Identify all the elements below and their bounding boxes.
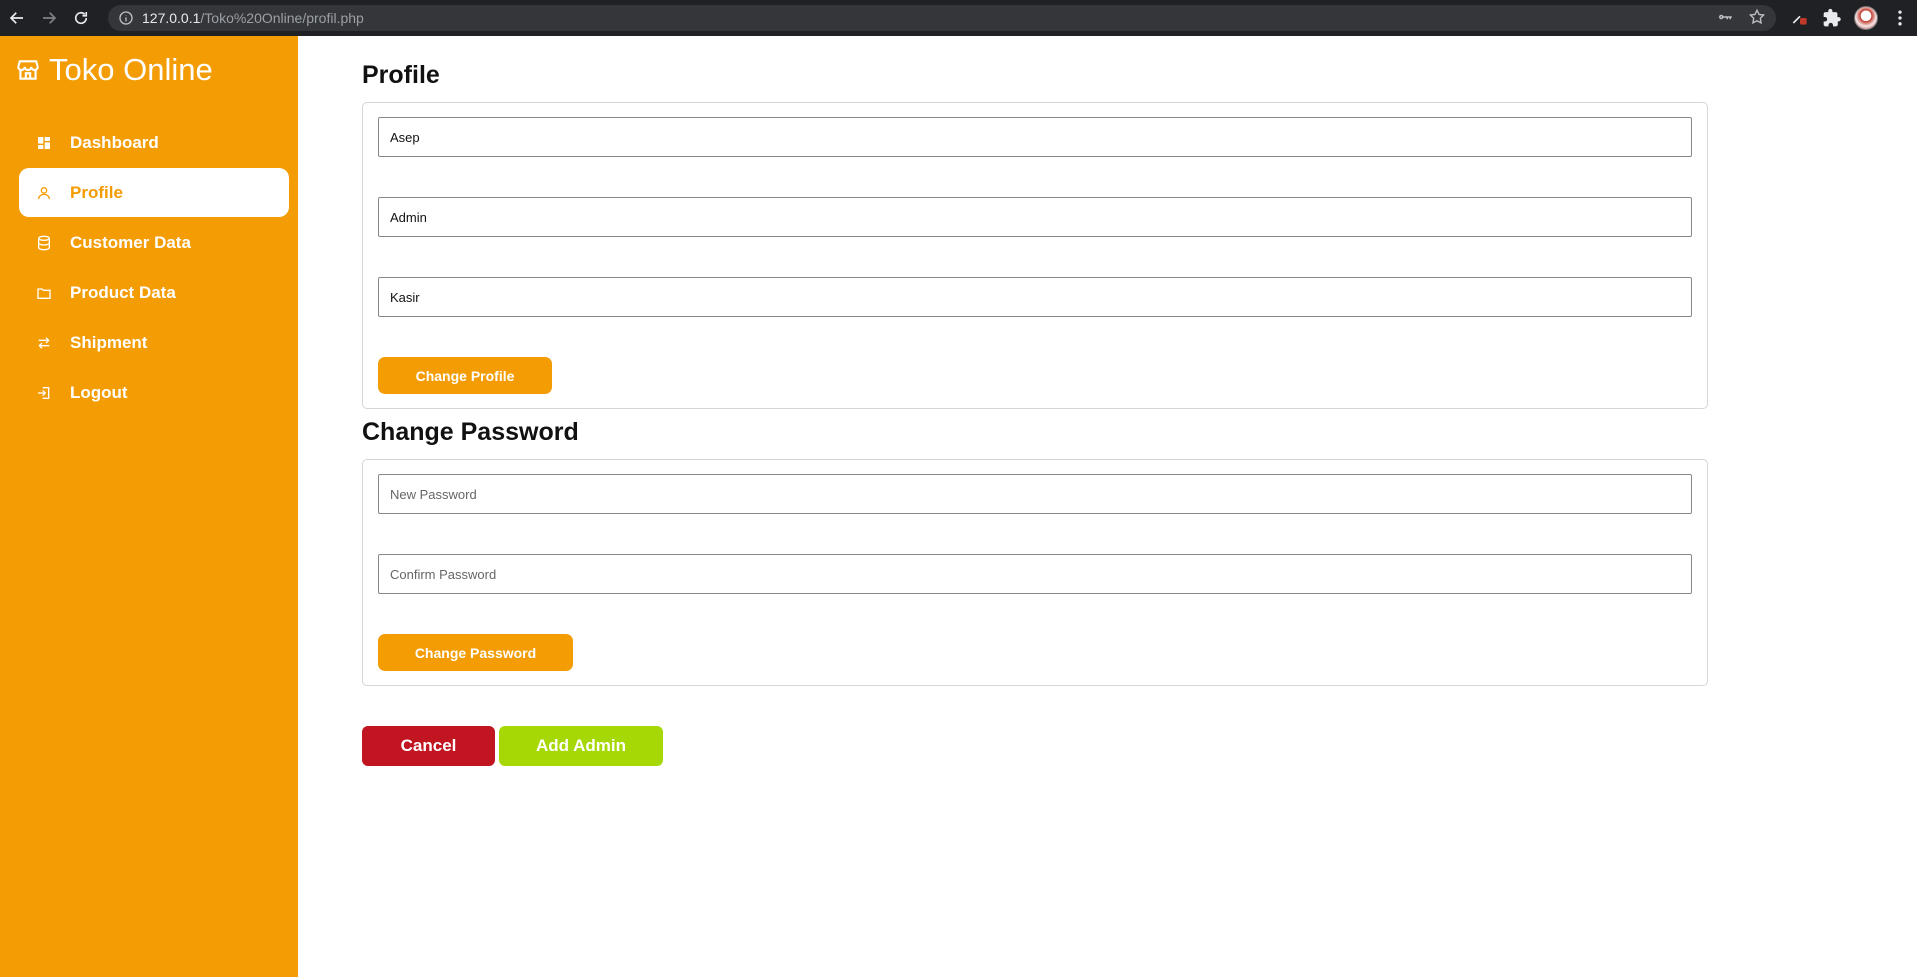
address-bar[interactable]: 127.0.0.1/Toko%20Online/profil.php [108, 5, 1776, 31]
reload-button[interactable] [66, 3, 96, 33]
key-icon[interactable] [1716, 8, 1734, 26]
sidebar-item-shipment[interactable]: Shipment [19, 318, 289, 367]
extension-tool-icon[interactable] [1790, 8, 1810, 28]
url-path: /Toko%20Online/profil.php [200, 10, 364, 26]
brand[interactable]: Toko Online [15, 52, 213, 88]
confirm-password-field[interactable] [378, 554, 1692, 594]
sidebar-menu: Dashboard Profile Customer Data Product … [19, 118, 289, 418]
info-icon[interactable] [118, 10, 134, 26]
transfer-icon [36, 335, 52, 351]
back-button[interactable] [2, 3, 32, 33]
dashboard-icon [36, 135, 52, 151]
brand-title: Toko Online [49, 52, 213, 87]
change-password-button[interactable]: Change Password [378, 634, 573, 671]
sidebar-item-label: Shipment [70, 332, 148, 352]
position-field[interactable] [378, 277, 1692, 317]
reload-icon [74, 11, 88, 25]
sidebar-item-label: Profile [70, 182, 123, 202]
sidebar-item-logout[interactable]: Logout [19, 368, 289, 417]
logout-icon [36, 385, 52, 401]
sidebar-item-label: Dashboard [70, 132, 159, 152]
folder-icon [36, 285, 52, 301]
database-icon [36, 235, 52, 251]
forward-button[interactable] [34, 3, 64, 33]
password-panel: Change Password [362, 459, 1708, 686]
store-icon [17, 60, 39, 80]
puzzle-icon[interactable] [1822, 8, 1842, 28]
cancel-button[interactable]: Cancel [362, 726, 495, 766]
new-password-field[interactable] [378, 474, 1692, 514]
change-profile-button[interactable]: Change Profile [378, 357, 552, 394]
sidebar-item-dashboard[interactable]: Dashboard [19, 118, 289, 167]
sidebar-item-label: Customer Data [70, 232, 191, 252]
user-icon [36, 185, 52, 201]
arrow-left-icon [9, 12, 23, 24]
sidebar-item-product-data[interactable]: Product Data [19, 268, 289, 317]
sidebar-item-profile[interactable]: Profile [19, 168, 289, 217]
change-password-title: Change Password [362, 418, 579, 446]
sidebar: Toko Online Dashboard Profile Customer D… [0, 36, 298, 977]
browser-toolbar: 127.0.0.1/Toko%20Online/profil.php [0, 0, 1917, 36]
role-field[interactable] [378, 197, 1692, 237]
url-host: 127.0.0.1 [142, 10, 201, 26]
name-field[interactable] [378, 117, 1692, 157]
extensions-area [1790, 6, 1910, 30]
star-icon[interactable] [1748, 8, 1766, 26]
profile-avatar[interactable] [1854, 6, 1878, 30]
more-vertical-icon[interactable] [1890, 8, 1910, 28]
sidebar-item-customer-data[interactable]: Customer Data [19, 218, 289, 267]
profile-title: Profile [362, 61, 440, 89]
profile-panel: Change Profile [362, 102, 1708, 409]
add-admin-button[interactable]: Add Admin [499, 726, 663, 766]
sidebar-item-label: Logout [70, 382, 128, 402]
arrow-right-icon [43, 12, 57, 24]
sidebar-item-label: Product Data [70, 282, 176, 302]
